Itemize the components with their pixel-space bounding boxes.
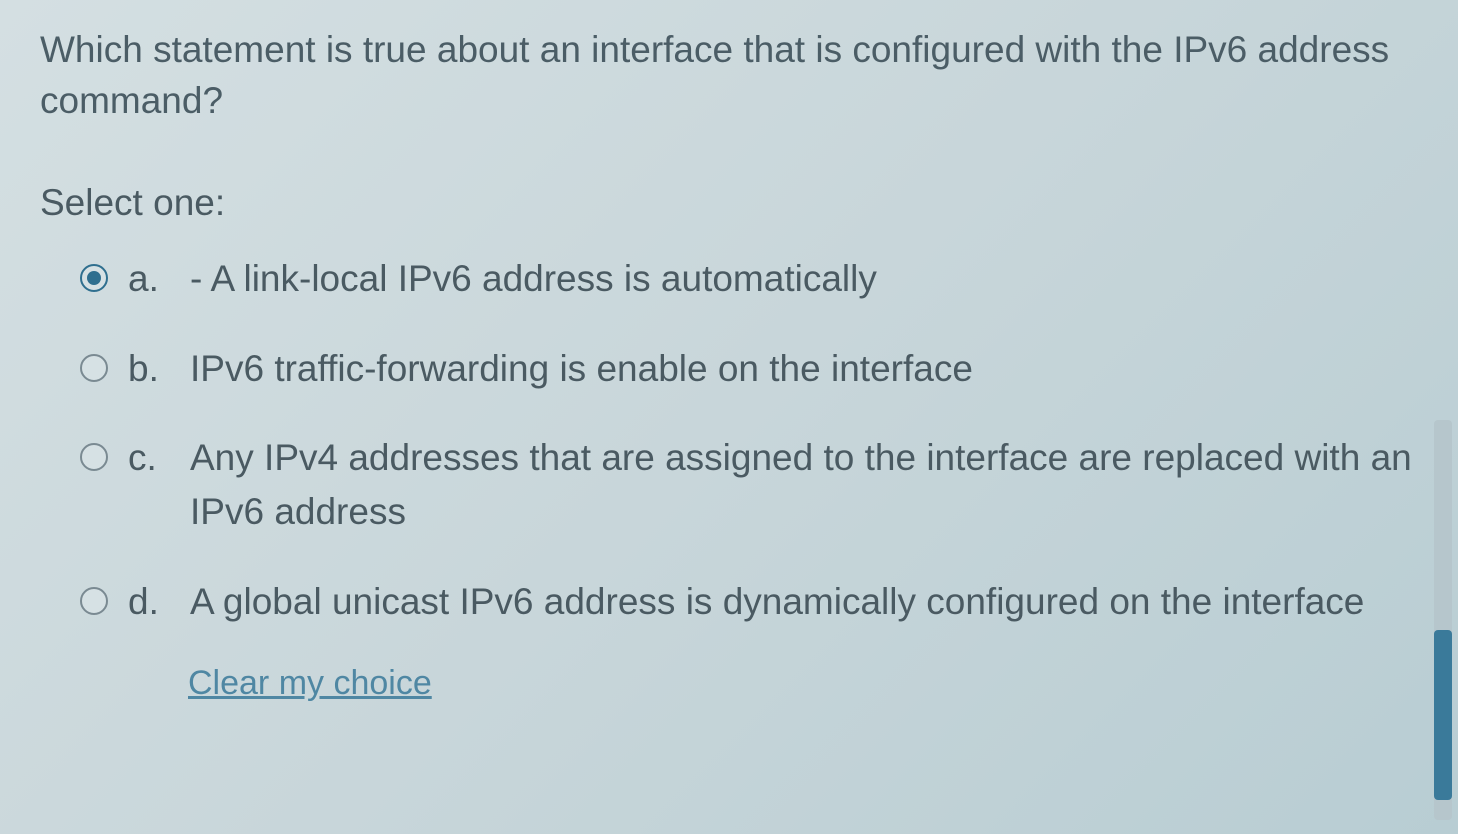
option-text: A global unicast IPv6 address is dynamic… (190, 575, 1418, 629)
option-c[interactable]: c. Any IPv4 addresses that are assigned … (80, 431, 1418, 538)
select-one-label: Select one: (40, 182, 1418, 224)
option-letter: a. (128, 252, 190, 306)
scrollbar-thumb[interactable] (1434, 630, 1452, 800)
option-text: IPv6 traffic-forwarding is enable on the… (190, 342, 1418, 396)
radio-c[interactable] (80, 443, 108, 471)
options-group: a. - A link-local IPv6 address is automa… (40, 252, 1418, 628)
option-letter: d. (128, 575, 190, 629)
question-text: Which statement is true about an interfa… (40, 24, 1418, 126)
quiz-question-panel: Which statement is true about an interfa… (0, 0, 1458, 703)
radio-d[interactable] (80, 587, 108, 615)
option-text: - A link-local IPv6 address is automatic… (190, 252, 1418, 306)
option-letter: b. (128, 342, 190, 396)
option-text: Any IPv4 addresses that are assigned to … (190, 431, 1418, 538)
radio-a[interactable] (80, 264, 108, 292)
option-a[interactable]: a. - A link-local IPv6 address is automa… (80, 252, 1418, 306)
scrollbar-track[interactable] (1434, 420, 1452, 820)
clear-choice-link[interactable]: Clear my choice (188, 664, 1418, 703)
radio-b[interactable] (80, 354, 108, 382)
option-letter: c. (128, 431, 190, 485)
option-d[interactable]: d. A global unicast IPv6 address is dyna… (80, 575, 1418, 629)
option-b[interactable]: b. IPv6 traffic-forwarding is enable on … (80, 342, 1418, 396)
